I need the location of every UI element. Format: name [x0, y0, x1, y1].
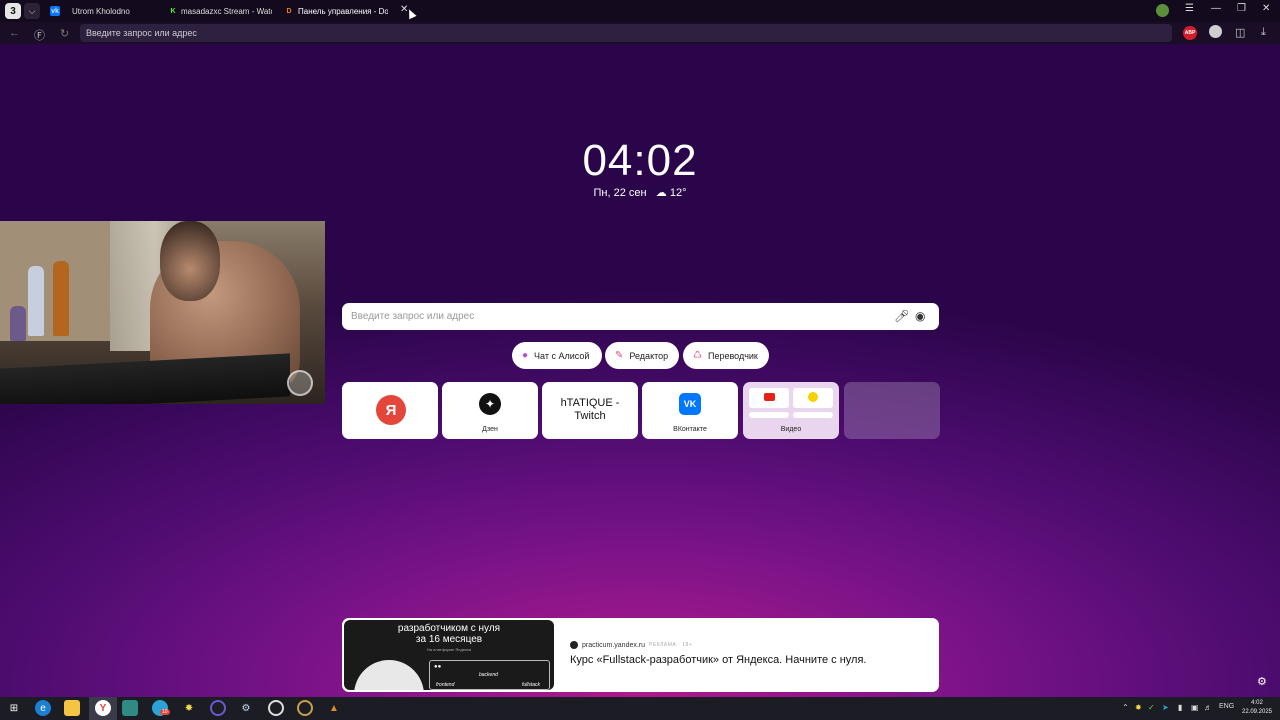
tray-app-icon[interactable]: ✸	[1135, 703, 1142, 712]
ad-banner[interactable]: разработчиком с нуля за 16 месяцев На пл…	[342, 618, 939, 692]
tab-title: Utrom Kholodno	[72, 6, 130, 16]
menu-icon[interactable]: ☰	[1185, 3, 1194, 14]
date-text: Пн, 22 сен	[593, 187, 647, 199]
circle-app-icon[interactable]	[210, 700, 226, 716]
tray-volume-icon[interactable]: ♬	[1204, 703, 1212, 712]
cloud-icon: ☁	[655, 187, 667, 199]
tile-add-empty[interactable]	[844, 382, 940, 439]
tile-video[interactable]: Видео	[743, 382, 839, 439]
calculator-icon[interactable]	[122, 700, 138, 716]
tray-expand-icon[interactable]: ⌃	[1122, 703, 1129, 712]
yandex-icon: Я	[376, 395, 406, 425]
tile-vkontakte[interactable]: VK ВКонтакте	[642, 382, 738, 439]
edge-icon[interactable]: e	[35, 700, 51, 716]
camera-search-icon[interactable]: ◉	[915, 309, 925, 323]
tray-check-icon[interactable]: ✓	[1148, 703, 1155, 712]
close-window-icon[interactable]: ✕	[1262, 3, 1270, 14]
tab-control-panel[interactable]: D Панель управления - Dor	[284, 2, 388, 20]
dzen-icon: ✦	[479, 393, 501, 415]
tab-title: Панель управления - Dor	[298, 6, 388, 16]
back-icon[interactable]: ←	[9, 27, 20, 39]
telegram-badge: 10	[160, 709, 170, 715]
chip-translator[interactable]: ♺ Переводчик	[683, 342, 769, 369]
search-placeholder: Введите запрос или адрес	[351, 311, 475, 322]
tray-clock[interactable]: 4:02 22.09.2025	[1238, 699, 1276, 717]
webcam-overlay	[0, 221, 325, 404]
collections-icon[interactable]: ◫	[1235, 26, 1245, 39]
tray-network-icon[interactable]: ▣	[1191, 703, 1199, 712]
windows-start-icon[interactable]: ⊞	[6, 700, 22, 716]
obs-icon[interactable]	[268, 700, 284, 716]
minimize-icon[interactable]: —	[1211, 3, 1221, 14]
microphone-icon[interactable]: 🎤︎	[894, 309, 909, 323]
tab-title: masadazxc Stream - Watc	[181, 6, 272, 16]
stream-badge-icon	[287, 370, 313, 396]
game-icon[interactable]: ▲	[326, 700, 342, 716]
tile-dzen[interactable]: ✦ Дзен	[442, 382, 538, 439]
profile-avatar[interactable]	[1156, 4, 1169, 17]
play-icon	[808, 392, 818, 402]
download-icon[interactable]: ⤓	[1261, 26, 1266, 39]
tab-masadazxc-stream[interactable]: K masadazxc Stream - Watc	[168, 2, 272, 20]
vk-icon: vk	[50, 6, 60, 16]
youtube-icon	[764, 393, 775, 401]
translate-icon: ♺	[693, 350, 702, 361]
vk-icon: VK	[679, 393, 701, 415]
chip-editor[interactable]: ✎ Редактор	[605, 342, 679, 369]
alice-icon: ●	[522, 350, 529, 361]
tray-language[interactable]: ENG	[1219, 703, 1234, 710]
donationalerts-icon: D	[286, 7, 292, 15]
clock: 04:02	[582, 136, 698, 185]
site-favicon-icon	[570, 641, 578, 649]
yandex-logo-icon[interactable]: Ⓕ	[34, 27, 45, 43]
tile-yandex[interactable]: Я	[342, 382, 438, 439]
tab-count-button[interactable]: 3	[5, 3, 21, 19]
restore-icon[interactable]: ❐	[1237, 3, 1246, 14]
ad-text: Курс «Fullstack-разработчик» от Яндекса.…	[570, 654, 867, 666]
kick-icon: K	[170, 7, 176, 15]
tray-usb-icon[interactable]: ▮	[1178, 703, 1182, 712]
tile-twitch[interactable]: hTATIQUE - Twitch	[542, 382, 638, 439]
date-weather: Пн, 22 сен ☁ 12°	[540, 186, 740, 199]
tray-telegram-icon[interactable]: ➤	[1162, 703, 1169, 712]
tab-utrom-kholodno[interactable]: vk Utrom Kholodno	[50, 2, 155, 20]
search-input[interactable]: Введите запрос или адрес	[342, 303, 939, 330]
ad-domain: practicum.yandex.ru	[582, 641, 646, 649]
reload-icon[interactable]: ↻	[60, 27, 69, 40]
ad-image: разработчиком с нуля за 16 месяцев На пл…	[344, 620, 554, 690]
chip-alice-chat[interactable]: ● Чат с Алисой	[512, 342, 602, 369]
app-ring-icon[interactable]	[297, 700, 313, 716]
editor-icon: ✎	[615, 350, 624, 361]
sun-app-icon[interactable]: ✸	[181, 700, 197, 716]
adblock-icon[interactable]: ABP	[1183, 26, 1197, 40]
extension-globe-icon[interactable]	[1209, 25, 1222, 38]
tabs-dropdown-icon[interactable]: ⌵	[24, 3, 40, 19]
steam-icon[interactable]: ⚙	[238, 700, 254, 716]
file-explorer-icon[interactable]	[64, 700, 80, 716]
address-bar[interactable]: Введите запрос или адрес	[80, 24, 1172, 42]
customize-sliders-icon[interactable]: ⚙	[1257, 675, 1267, 688]
weather-temp: 12°	[669, 187, 687, 199]
yandex-browser-icon[interactable]: Y	[95, 700, 111, 716]
ad-tag: РЕКЛАМА · 18+	[649, 642, 693, 648]
